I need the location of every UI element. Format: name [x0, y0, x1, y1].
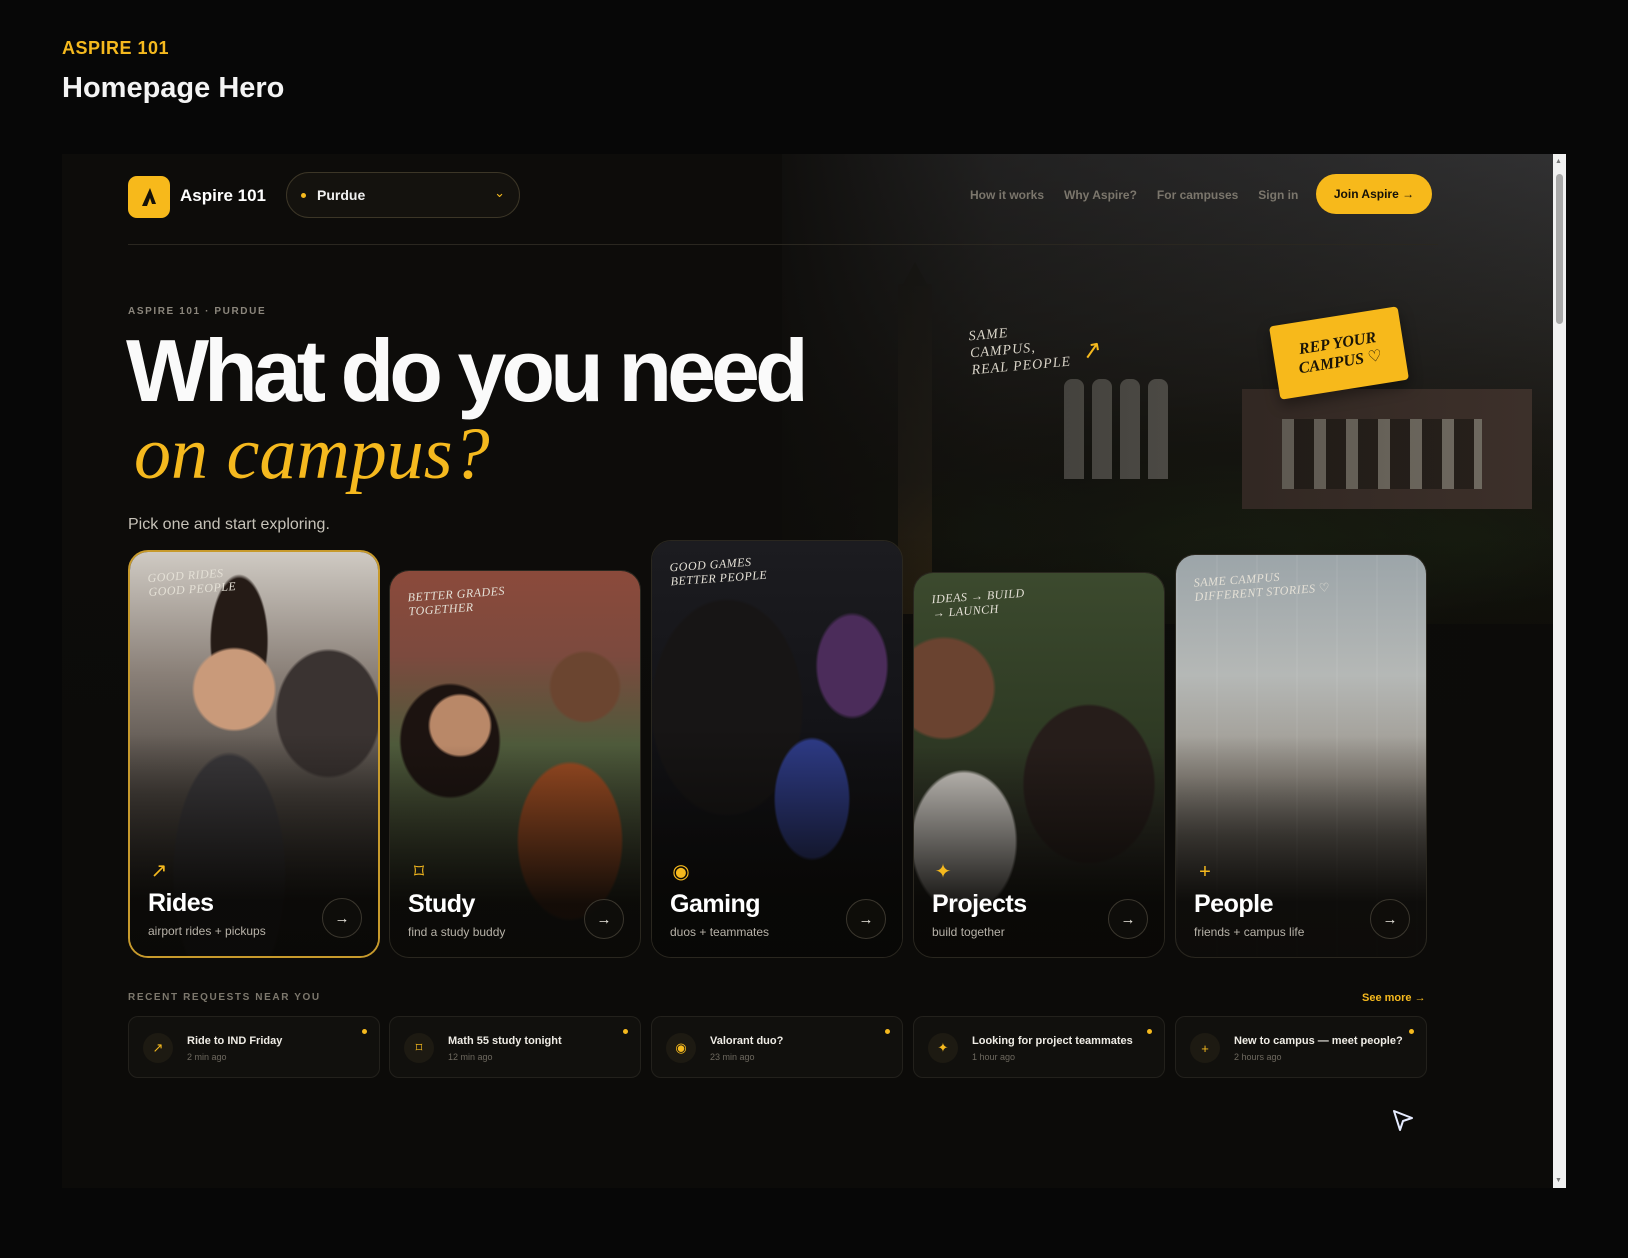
- see-more-link[interactable]: See more →: [1362, 992, 1426, 1004]
- request-item[interactable]: + New to campus — meet people? 2 hours a…: [1175, 1016, 1427, 1078]
- book-icon: ⌑: [404, 1033, 434, 1063]
- card-subtitle: friends + campus life: [1194, 925, 1305, 939]
- campus-status-dot: [301, 193, 306, 198]
- chevron-down-icon: ⌄: [494, 185, 505, 200]
- request-title: Math 55 study tonight: [448, 1035, 562, 1047]
- recent-requests-label: RECENT REQUESTS NEAR YOU: [128, 992, 321, 1003]
- card-title: Gaming: [670, 890, 761, 918]
- unread-dot: [362, 1029, 367, 1034]
- arrow-right-button[interactable]: →: [846, 899, 886, 939]
- sticker-text: REP YOUR CAMPUS ♡: [1297, 329, 1384, 378]
- card-title: Projects: [932, 890, 1027, 918]
- card-subtitle: find a study buddy: [408, 925, 506, 939]
- card-title: People: [1194, 890, 1273, 918]
- category-card-projects[interactable]: IDEAS → BUILD → LAUNCH ✦ Projects build …: [913, 572, 1165, 958]
- scroll-up-arrow-icon[interactable]: ▲: [1555, 158, 1562, 165]
- arrow-up-right-icon: ↗: [143, 1033, 173, 1063]
- card-title: Study: [408, 890, 475, 918]
- card-subtitle: airport rides + pickups: [148, 924, 266, 938]
- mouse-cursor-icon: [1390, 1108, 1416, 1139]
- arrow-right-button[interactable]: →: [1370, 899, 1410, 939]
- browser-viewport: Aspire 101 Purdue ⌄ How it works Why Asp…: [62, 154, 1566, 1188]
- deck-tag: ASPIRE 101: [62, 38, 170, 58]
- top-nav: Aspire 101 Purdue ⌄ How it works Why Asp…: [128, 172, 1438, 222]
- request-item[interactable]: ✦ Looking for project teammates 1 hour a…: [913, 1016, 1165, 1078]
- card-title: Rides: [148, 889, 214, 917]
- hero-eyebrow: ASPIRE 101 · PURDUE: [128, 306, 267, 317]
- hero-headline-accent: on campus?: [134, 413, 490, 495]
- nav-link-how-it-works[interactable]: How it works: [970, 188, 1044, 202]
- card-subtitle: duos + teammates: [670, 925, 770, 939]
- request-time: 12 min ago: [448, 1052, 493, 1062]
- arrow-right-button[interactable]: →: [1108, 899, 1148, 939]
- unread-dot: [885, 1029, 890, 1034]
- target-icon: ◉: [666, 1033, 696, 1063]
- request-time: 23 min ago: [710, 1052, 755, 1062]
- sparkle-icon: ✦: [934, 861, 952, 883]
- unread-dot: [1147, 1029, 1152, 1034]
- request-item[interactable]: ⌑ Math 55 study tonight 12 min ago: [389, 1016, 641, 1078]
- request-time: 1 hour ago: [972, 1052, 1016, 1062]
- hero-subtext: Pick one and start exploring.: [128, 516, 330, 533]
- deck-title: Homepage Hero: [62, 72, 285, 104]
- request-time: 2 hours ago: [1234, 1052, 1282, 1062]
- nav-link-for-campuses[interactable]: For campuses: [1157, 188, 1238, 202]
- nav-link-sign-in[interactable]: Sign in: [1258, 188, 1298, 202]
- arrow-right-button[interactable]: →: [584, 899, 624, 939]
- request-title: Valorant duo?: [710, 1035, 784, 1047]
- join-aspire-button[interactable]: Join Aspire →: [1316, 174, 1432, 214]
- request-item[interactable]: ◉ Valorant duo? 23 min ago: [651, 1016, 903, 1078]
- category-card-rides[interactable]: GOOD RIDES GOOD PEOPLE ↗ Rides airport r…: [128, 550, 380, 958]
- request-title: Looking for project teammates: [972, 1035, 1133, 1047]
- request-title: New to campus — meet people?: [1234, 1035, 1403, 1047]
- request-item[interactable]: ↗ Ride to IND Friday 2 min ago: [128, 1016, 380, 1078]
- hero-headline: What do you need: [126, 321, 809, 420]
- plus-icon: +: [1190, 1033, 1220, 1063]
- category-card-gaming[interactable]: GOOD GAMES BETTER PEOPLE ◉ Gaming duos +…: [651, 540, 903, 958]
- handwritten-note: SAME CAMPUS, REAL PEOPLE: [968, 325, 1072, 379]
- card-subtitle: build together: [932, 925, 1005, 939]
- nav-link-why-aspire[interactable]: Why Aspire?: [1064, 188, 1137, 202]
- brand-name[interactable]: Aspire 101: [180, 186, 266, 206]
- arrow-up-right-icon: ↗: [150, 860, 168, 882]
- sparkle-icon: ✦: [928, 1033, 958, 1063]
- request-title: Ride to IND Friday: [187, 1035, 283, 1047]
- category-card-study[interactable]: BETTER GRADES TOGETHER ⌑ Study find a st…: [389, 570, 641, 958]
- arrow-right-button[interactable]: →: [322, 898, 362, 938]
- scrollbar-thumb[interactable]: [1556, 174, 1563, 324]
- unread-dot: [1409, 1029, 1414, 1034]
- nav-links: How it works Why Aspire? For campuses Si…: [970, 188, 1298, 202]
- scroll-down-arrow-icon[interactable]: ▼: [1555, 1177, 1562, 1184]
- campus-select[interactable]: Purdue ⌄: [286, 172, 520, 218]
- campus-select-value: Purdue: [317, 187, 366, 203]
- unread-dot: [623, 1029, 628, 1034]
- target-icon: ◉: [672, 861, 690, 883]
- plus-icon: +: [1199, 861, 1211, 883]
- category-card-people[interactable]: SAME CAMPUS DIFFERENT STORIES ♡ + People…: [1175, 554, 1427, 958]
- page-scrollbar[interactable]: ▲ ▼: [1553, 154, 1566, 1188]
- logo-icon[interactable]: [128, 176, 170, 218]
- nav-divider: [128, 244, 1438, 245]
- request-time: 2 min ago: [187, 1052, 227, 1062]
- book-icon: ⌑: [413, 861, 425, 883]
